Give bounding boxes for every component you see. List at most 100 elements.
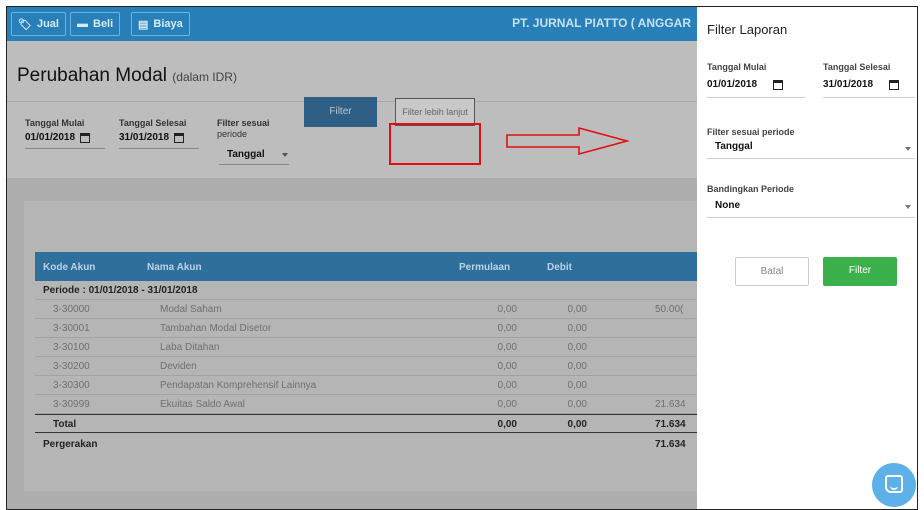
calendar-icon[interactable]	[80, 132, 91, 143]
table-row[interactable]: 3-30300 Pendapatan Komprehensif Lainnya …	[35, 376, 697, 395]
table-row[interactable]: 3-30100 Laba Ditahan 0,00 0,00	[35, 338, 697, 357]
calendar-icon[interactable]	[773, 79, 784, 90]
calendar-icon[interactable]	[174, 132, 185, 143]
filter-panel-title: Filter Laporan	[707, 22, 788, 37]
debit-value: 0,00	[567, 304, 587, 315]
panel-end-date-label: Tanggal Selesai	[823, 62, 891, 72]
total-debit: 0,00	[567, 419, 587, 430]
buy-button-label: Beli	[93, 18, 114, 30]
debit-value: 0,00	[567, 380, 587, 391]
account-name: Modal Saham	[160, 304, 222, 315]
account-name: Deviden	[160, 361, 197, 372]
panel-start-date-underline	[707, 97, 805, 98]
debit-value: 0,00	[567, 342, 587, 353]
account-name: Pendapatan Komprehensif Lainnya	[160, 380, 317, 391]
movement-amount: 71.634	[655, 439, 686, 450]
report-header: Perubahan Modal (dalam IDR) Tanggal Mula…	[7, 41, 697, 178]
card-icon: ▬	[77, 18, 88, 30]
apply-filter-button[interactable]: Filter	[823, 257, 897, 286]
total-amount: 71.634	[655, 419, 686, 430]
amount-value: 50.00(	[655, 304, 684, 315]
panel-start-date-field[interactable]: 01/01/2018	[707, 79, 784, 90]
table-row[interactable]: 3-30999 Ekuitas Saldo Awal 0,00 0,00 21.…	[35, 395, 697, 414]
company-name: PT. JURNAL PIATTO ( ANGGAR	[512, 16, 691, 30]
debit-value: 0,00	[567, 361, 587, 372]
end-date-label: Tanggal Selesai	[119, 118, 187, 128]
panel-period-label: Filter sesuai periode	[707, 127, 795, 137]
end-date-value: 31/01/2018	[119, 132, 170, 143]
start-date-label: Tanggal Mulai	[25, 118, 85, 128]
col-header-opening: Permulaan	[459, 262, 511, 273]
cancel-button[interactable]: Batal	[735, 257, 809, 286]
chevron-down-icon	[281, 152, 288, 157]
page-title-text: Perubahan Modal	[17, 65, 167, 86]
total-row: Total 0,00 0,00 71.634	[35, 414, 697, 433]
end-date-field[interactable]: 31/01/2018	[119, 132, 185, 143]
panel-compare-underline	[707, 217, 915, 218]
tag-icon: 🏷	[18, 19, 32, 31]
account-name: Ekuitas Saldo Awal	[160, 399, 245, 410]
panel-start-date-label: Tanggal Mulai	[707, 62, 767, 72]
movement-row: Pergerakan 71.634	[35, 435, 697, 454]
start-date-underline	[25, 148, 105, 149]
total-label: Total	[53, 419, 77, 430]
total-opening: 0,00	[497, 419, 517, 430]
chevron-down-icon	[905, 205, 911, 209]
sell-button-label: Jual	[36, 18, 59, 30]
sell-button[interactable]: 🏷 Jual	[11, 12, 66, 36]
panel-start-date-value: 01/01/2018	[707, 79, 758, 90]
movement-label: Pergerakan	[43, 439, 98, 450]
table-row[interactable]: 3-30000 Modal Saham 0,00 0,00 50.00(	[35, 300, 697, 319]
end-date-underline	[119, 148, 199, 149]
period-filter-label: Filter sesuai	[217, 118, 270, 128]
col-header-account-code: Kode Akun	[43, 262, 96, 273]
panel-end-date-value: 31/01/2018	[823, 79, 874, 90]
panel-end-date-underline	[823, 97, 915, 98]
opening-value: 0,00	[497, 323, 517, 334]
table-row[interactable]: 3-30200 Deviden 0,00 0,00	[35, 357, 697, 376]
panel-compare-select[interactable]: None	[715, 200, 740, 211]
start-date-field[interactable]: 01/01/2018	[25, 132, 91, 143]
debit-value: 0,00	[567, 323, 587, 334]
period-row-label: Periode : 01/01/2018 - 31/01/2018	[43, 285, 198, 296]
account-code: 3-30300	[53, 380, 90, 391]
panel-compare-label: Bandingkan Periode	[707, 184, 795, 194]
panel-period-underline	[707, 158, 915, 159]
page-title-currency: (dalam IDR)	[172, 70, 237, 84]
filter-side-panel: Filter Laporan Tanggal Mulai 01/01/2018 …	[697, 7, 917, 509]
start-date-value: 01/01/2018	[25, 132, 76, 143]
table-header: Kode Akun Nama Akun Permulaan Debit	[35, 252, 697, 281]
opening-value: 0,00	[497, 361, 517, 372]
panel-period-value: Tanggal	[715, 141, 753, 152]
receipt-icon: ▤	[138, 19, 149, 31]
advanced-filter-button[interactable]: Filter lebih lanjut	[395, 98, 475, 126]
table-row[interactable]: 3-30001 Tambahan Modal Disetor 0,00 0,00	[35, 319, 697, 338]
buy-button[interactable]: ▬ Beli	[70, 12, 121, 36]
calendar-icon[interactable]	[889, 79, 900, 90]
expense-button[interactable]: ▤ Biaya	[131, 12, 190, 36]
account-code: 3-30001	[53, 323, 90, 334]
debit-value: 0,00	[567, 399, 587, 410]
period-filter-label-2: periode	[217, 129, 248, 139]
annotation-highlight-box	[389, 123, 481, 165]
page-title: Perubahan Modal (dalam IDR)	[17, 65, 237, 87]
expense-button-label: Biaya	[153, 18, 183, 30]
opening-value: 0,00	[497, 342, 517, 353]
amount-value: 21.634	[655, 399, 686, 410]
period-filter-underline	[219, 164, 289, 165]
chat-launcher-button[interactable]	[872, 463, 916, 507]
chevron-down-icon	[905, 147, 911, 151]
panel-compare-value: None	[715, 200, 740, 211]
opening-value: 0,00	[497, 380, 517, 391]
filter-button[interactable]: Filter	[304, 97, 377, 127]
opening-value: 0,00	[497, 304, 517, 315]
panel-period-select[interactable]: Tanggal	[715, 141, 753, 152]
period-filter-select[interactable]: Tanggal	[227, 149, 288, 160]
opening-value: 0,00	[497, 399, 517, 410]
panel-end-date-field[interactable]: 31/01/2018	[823, 79, 900, 90]
col-header-account-name: Nama Akun	[147, 262, 202, 273]
account-code: 3-30100	[53, 342, 90, 353]
account-code: 3-30200	[53, 361, 90, 372]
account-name: Laba Ditahan	[160, 342, 220, 353]
account-code: 3-30000	[53, 304, 90, 315]
